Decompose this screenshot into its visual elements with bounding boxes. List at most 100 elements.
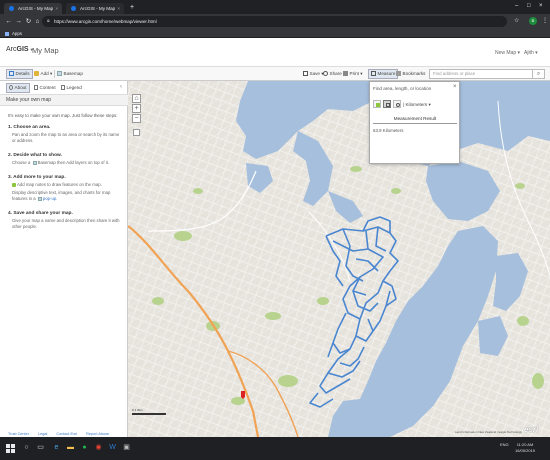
basemap-icon: [57, 70, 62, 76]
user-menu[interactable]: Ajith ▾: [524, 50, 538, 56]
footer-link-legal[interactable]: Legal: [38, 432, 47, 436]
search-input[interactable]: Find address or place: [429, 69, 533, 79]
search-icon[interactable]: ⌕: [533, 69, 545, 79]
panel-body: It's easy to make your own map. Just fol…: [8, 113, 124, 239]
print-label: Print: [349, 71, 359, 76]
url-text: https://www.arcgis.com/home/webmap/viewe…: [54, 19, 157, 24]
close-tab-icon[interactable]: ×: [117, 3, 120, 14]
panel-footer: Trust Center Legal Contact Esri Report A…: [8, 432, 117, 436]
save-label: Save: [309, 71, 320, 76]
unit-dropdown[interactable]: | Kilometers ▾: [403, 102, 431, 108]
toolbar-divider: [54, 70, 55, 78]
footer-link-contact[interactable]: Contact Esri: [56, 432, 77, 436]
clock[interactable]: 11:20 AM 16/05/2019: [515, 442, 535, 453]
measurement-result: 63.9 Kilometers: [373, 128, 404, 133]
file-explorer-icon[interactable]: ▬: [66, 443, 75, 453]
step-4-title: 4. Save and share your map.: [8, 211, 73, 216]
bookmark-star-icon[interactable]: ☆: [514, 16, 519, 27]
basemap-icon: [32, 160, 37, 165]
esri-logo: esri: [524, 425, 539, 434]
maximize-icon[interactable]: □: [527, 0, 531, 12]
add-button[interactable]: Add ▾: [34, 70, 52, 78]
share-icon: [323, 70, 328, 76]
zoom-in-button[interactable]: +: [132, 104, 141, 113]
step-1-title: 1. Choose an area.: [8, 125, 51, 130]
tab-legend[interactable]: Legend: [61, 84, 82, 92]
profile-avatar[interactable]: B: [529, 17, 537, 25]
content-list-icon: [34, 84, 38, 90]
basemap-button[interactable]: Basemap: [57, 70, 83, 78]
forward-arrow-icon[interactable]: →: [14, 16, 23, 27]
map-view[interactable]: [128, 81, 550, 437]
print-icon: [343, 70, 348, 76]
tab-content[interactable]: Content: [34, 84, 56, 92]
browser-tab-1[interactable]: ArcGIS - My Map ×: [4, 3, 62, 14]
result-header: Measurement Result: [373, 116, 457, 124]
clock-date: 16/05/2019: [515, 447, 536, 453]
intro-text: It's easy to make your own map. Just fol…: [8, 113, 118, 118]
edge-icon[interactable]: e: [52, 443, 61, 453]
close-tab-icon[interactable]: ×: [55, 3, 58, 14]
close-icon[interactable]: ×: [453, 84, 457, 90]
app-icon[interactable]: ▣: [122, 443, 131, 453]
locate-icon[interactable]: [133, 129, 140, 136]
add-label: Add: [40, 71, 49, 76]
collapse-panel-icon[interactable]: ‹: [120, 84, 122, 90]
bookmarks-bar: Apps: [0, 29, 550, 38]
popup-link[interactable]: pop-up: [43, 196, 56, 201]
info-icon: [9, 84, 13, 90]
measure-label: Measure: [377, 71, 396, 76]
details-panel: About Content Legend ‹ Make your own map…: [0, 81, 128, 437]
footer-link-trust[interactable]: Trust Center: [8, 432, 29, 436]
step-3-text: Add map notes to draw features on the ma…: [12, 182, 124, 202]
bookmark-apps[interactable]: Apps: [12, 31, 22, 36]
new-map-label: New Map: [495, 50, 517, 56]
clock-time: 11:20 AM: [516, 442, 534, 447]
task-view-icon[interactable]: ▭: [36, 443, 45, 453]
new-map-button[interactable]: New Map ▾: [495, 50, 520, 56]
footer-link-abuse[interactable]: Report Abuse: [86, 432, 109, 436]
location-tool-button[interactable]: [393, 100, 401, 108]
arcgis-favicon-icon: [9, 6, 14, 11]
scale-label: 0 1 2km: [132, 408, 143, 412]
new-tab-button[interactable]: +: [130, 3, 134, 12]
address-bar[interactable]: 🔒︎ https://www.arcgis.com/home/webmap/vi…: [42, 16, 507, 27]
map-notes-icon: [12, 182, 16, 187]
step-3-text2: Display descriptive text, images, and ch…: [12, 190, 111, 201]
bookmarks-button[interactable]: Bookmarks: [396, 70, 425, 78]
reload-icon[interactable]: ↻: [24, 16, 33, 27]
measurement-widget: Find area, length, or location × | Kilom…: [369, 81, 460, 164]
search-icon[interactable]: ○: [22, 443, 31, 453]
details-icon: [9, 70, 14, 76]
home-icon[interactable]: ⌂: [33, 16, 42, 27]
step-3-title: 3. Add more to your map.: [8, 175, 66, 180]
share-label: Share: [329, 71, 342, 76]
measure-button[interactable]: Measure: [368, 69, 399, 79]
brand-prefix: Arc: [6, 46, 17, 53]
area-tool-button[interactable]: [373, 100, 381, 108]
minimize-icon[interactable]: –: [515, 0, 518, 12]
browser-tab-2[interactable]: ArcGIS - My Map ×: [66, 3, 124, 14]
home-extent-icon[interactable]: ⌂: [132, 94, 141, 103]
windows-start-icon[interactable]: [6, 444, 15, 453]
step-1-text: Pan and zoom the map to an area or searc…: [12, 132, 120, 143]
distance-tool-button[interactable]: [383, 100, 391, 108]
browser-tab-title: ArcGIS - My Map: [18, 6, 54, 11]
step-2-text: Choose a Basemap then Add layers on top …: [12, 160, 124, 166]
back-arrow-icon[interactable]: ←: [4, 16, 13, 27]
save-button[interactable]: Save ▾: [303, 70, 324, 78]
language-indicator[interactable]: ENG: [500, 442, 509, 448]
spotify-icon[interactable]: ●: [80, 443, 89, 453]
print-button[interactable]: Print ▾: [343, 70, 363, 78]
tab-about[interactable]: About: [6, 83, 30, 93]
zoom-out-button[interactable]: −: [132, 114, 141, 123]
close-window-icon[interactable]: ×: [539, 0, 543, 12]
chrome-menu-icon[interactable]: ⋮: [542, 16, 548, 27]
arcgis-brand-menu[interactable]: ArcGIS▼: [6, 46, 34, 53]
chrome-icon[interactable]: ◉: [94, 443, 103, 453]
add-layer-icon: [34, 70, 39, 76]
tab-content-label: Content: [39, 85, 56, 90]
word-icon[interactable]: W: [108, 443, 117, 453]
share-button[interactable]: Share: [323, 70, 342, 78]
details-button[interactable]: Details: [6, 69, 33, 79]
